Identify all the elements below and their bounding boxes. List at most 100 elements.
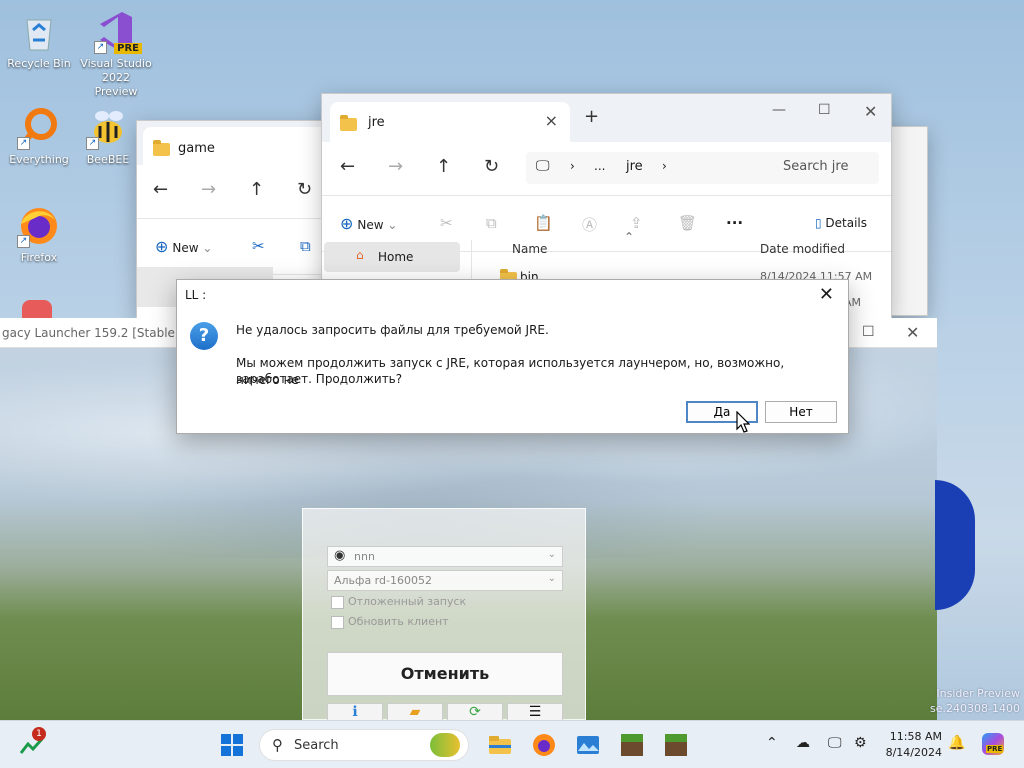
search-box[interactable]: Search jre [771,152,879,184]
minimize-icon[interactable]: — [772,102,786,118]
notification-badge: 1 [32,727,46,741]
update-client-checkbox[interactable]: Обновить клиент [331,615,449,629]
up-arrow-icon[interactable]: ↑ [249,179,264,200]
deferred-launch-checkbox[interactable]: Отложенный запуск [331,595,466,609]
pre-badge: PRE [114,43,142,54]
start-button[interactable] [220,733,244,757]
nav-bar: ← → ↑ ↻ [137,165,335,219]
nav-item-home[interactable]: ⌂ Home [324,242,460,272]
up-arrow-icon[interactable]: ↑ [436,156,451,177]
column-header-date[interactable]: Date modified [760,242,845,256]
refresh-icon[interactable]: ↻ [484,156,499,177]
new-button[interactable]: ⊕ New ⌄ [340,214,397,233]
question-icon: ? [190,322,218,350]
desktop-icon-firefox[interactable]: ↗ Firefox [3,204,75,265]
deferred-label: Отложенный запуск [348,595,467,608]
no-button[interactable]: Нет [765,401,837,423]
cancel-button[interactable]: Отменить [327,652,563,696]
chevron-up-icon[interactable]: ⌃ [766,735,778,751]
desktop-icon-visual-studio[interactable]: PRE ↗ Visual Studio 2022 Preview [80,10,152,99]
login-panel: ◉ nnn ⌄ Альфа rd-160052 ⌄ Отложенный зап… [302,508,586,720]
partial-desktop-icon[interactable] [22,300,52,318]
shortcut-arrow-icon: ↗ [86,137,99,150]
watermark-line2: se.240308-1400 [930,702,1020,715]
copilot-button[interactable]: PRE [982,733,1004,755]
copilot-pre-badge: PRE [986,745,1004,753]
folder-icon [340,115,357,131]
system-clock[interactable]: 11:58 AM 8/14/2024 [880,729,942,761]
widgets-button[interactable]: 1 [18,727,48,759]
close-window-icon[interactable]: ✕ [864,102,877,121]
desktop-icon-label: Everything [9,153,69,166]
everything-search-icon: ↗ [17,106,61,150]
tab-bar: game [137,121,383,167]
clock-date: 8/14/2024 [885,746,942,759]
folder-icon: ▰ [409,704,421,720]
forward-arrow-icon[interactable]: → [388,156,403,177]
minecraft-taskbar-icon[interactable] [664,733,688,757]
more-options-icon[interactable]: ··· [726,214,743,232]
search-icon: ⚲ [272,736,283,754]
menu-button[interactable]: ☰ [507,703,563,720]
close-window-icon[interactable]: ✕ [906,323,919,342]
plus-circle-icon: ⊕ [340,214,354,233]
version-select[interactable]: Альфа rd-160052 ⌄ [327,570,563,591]
minecraft-taskbar-icon[interactable] [620,733,644,757]
nav-home-label: Home [378,250,414,264]
maximize-icon[interactable]: ☐ [818,102,831,118]
close-dialog-icon[interactable]: ✕ [819,284,834,305]
cut-icon[interactable]: ✂ [252,237,265,255]
clock-time: 11:58 AM [889,730,942,743]
display-icon[interactable]: 🖵 [828,735,842,751]
rename-icon[interactable]: Ⓐ [582,214,597,235]
maximize-icon[interactable]: ☐ [862,324,875,340]
bell-icon[interactable]: 🔔 [948,735,965,751]
desktop-icon-everything[interactable]: ↗ Everything [3,106,75,167]
details-pane-icon: ▯ [814,216,822,230]
desktop-icon-label: Visual Studio 2022 Preview [80,57,152,98]
file-explorer-taskbar-icon[interactable] [488,733,512,757]
taskbar-search[interactable]: ⚲ Search [259,729,469,761]
address-bar[interactable]: 🖵 › ... jre › [526,152,776,184]
launcher-title: gacy Launcher 159.2 [Stable] [2,326,180,340]
desktop-icon-beebee[interactable]: ↗ BeeBEE [80,106,136,167]
bee-icon: ↗ [86,106,130,150]
paste-icon[interactable]: 📋 [534,214,553,232]
new-tab-icon[interactable]: + [584,106,599,127]
forward-arrow-icon[interactable]: → [201,179,216,200]
close-tab-icon[interactable]: × [545,111,558,130]
info-button[interactable]: ℹ [327,703,383,720]
cut-icon[interactable]: ✂ [440,214,453,232]
chevron-right-icon: › [570,159,575,173]
delete-icon[interactable]: 🗑 [678,214,697,232]
desktop-icon-label: Firefox [20,251,58,264]
copy-icon[interactable]: ⧉ [486,214,497,232]
tab-title: jre [368,115,385,130]
dialog-title: LL : [185,288,207,302]
image-viewer-taskbar-icon[interactable] [576,733,600,757]
tab-title: game [178,141,215,156]
new-label: New [172,241,199,255]
refresh-icon[interactable]: ↻ [297,179,312,200]
info-icon: ℹ [352,704,358,720]
desktop-icon-recycle-bin[interactable]: Recycle Bin [3,10,75,71]
details-button[interactable]: ▯ Details [815,216,867,230]
network-icon[interactable]: ⚙ [854,735,867,751]
tab-jre[interactable]: jre × [330,102,570,142]
back-arrow-icon[interactable]: ← [153,179,168,200]
back-arrow-icon[interactable]: ← [340,156,355,177]
new-button[interactable]: ⊕ New ⌄ [155,237,212,256]
account-name: nnn [354,550,375,563]
firefox-taskbar-icon[interactable] [532,733,556,757]
refresh-button[interactable]: ⟳ [447,703,503,720]
copy-icon[interactable]: ⧉ [300,237,311,255]
shortcut-arrow-icon: ↗ [17,137,30,150]
home-icon: ⌂ [356,248,364,262]
column-header-name[interactable]: Name [512,242,547,256]
breadcrumb-more[interactable]: ... [594,159,605,173]
folder-button[interactable]: ▰ [387,703,443,720]
cloud-offline-icon[interactable]: ☁ [796,735,810,751]
account-select[interactable]: ◉ nnn ⌄ [327,546,563,567]
chevron-down-icon: ⌄ [547,573,556,584]
breadcrumb-jre[interactable]: jre [626,159,643,174]
